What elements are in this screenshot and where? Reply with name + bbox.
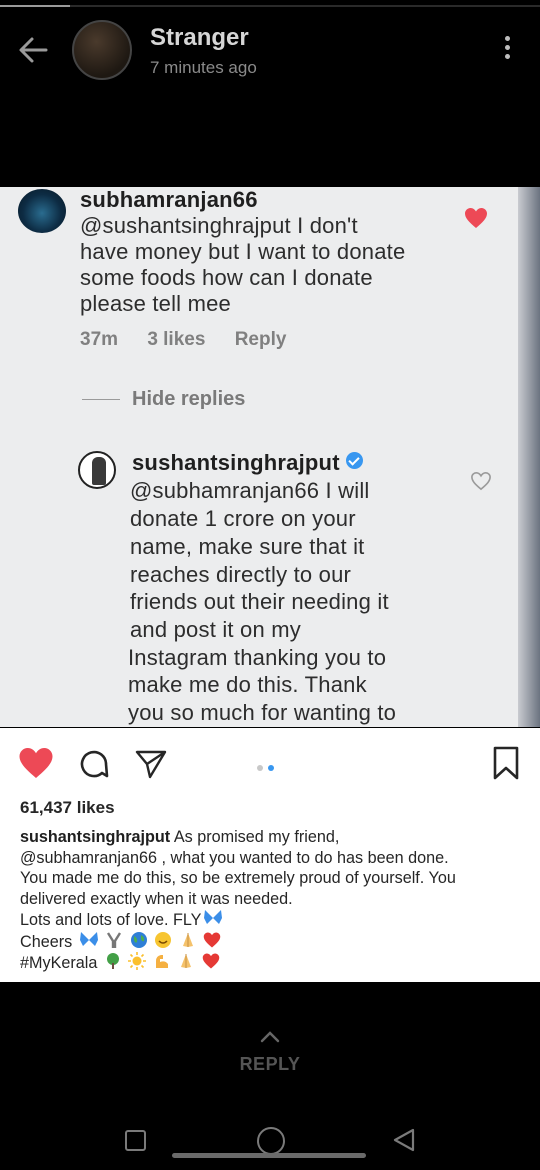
red-heart-emoji-icon (202, 953, 220, 969)
caption-text: @subhamranjan66 , what you wanted to do … (20, 848, 449, 867)
comment-text-line: have money but I want to donate (80, 239, 406, 264)
contact-name[interactable]: Stranger (150, 24, 249, 52)
reply-control[interactable]: REPLY (0, 1030, 540, 1075)
caption-username: sushantsinghrajput (20, 828, 171, 846)
share-icon[interactable] (134, 747, 168, 781)
caption-text: Cheers (20, 932, 73, 951)
home-button[interactable] (257, 1127, 285, 1155)
reply-text-line: and post it on my (130, 617, 301, 642)
reply-text-line: you so much for wanting to (128, 700, 397, 725)
likes-count: 61,437 likes (20, 798, 115, 817)
hide-replies-label: Hide replies (132, 388, 246, 410)
comment-meta: 37m 3 likes Reply (80, 329, 310, 351)
comment-text-line: some foods how can I donate (80, 265, 373, 290)
comment-text-line: please tell mee (80, 291, 231, 316)
status-progress-track (0, 5, 540, 7)
reply-text-line: Instagram thanking you to (128, 645, 387, 670)
caption-text: You made me do this, so be extremely pro… (20, 869, 456, 887)
comment-username: subhamranjan66 (80, 187, 258, 212)
status-progress-segment (0, 5, 70, 7)
comment-time: 37m (80, 329, 119, 350)
caption-hashtag[interactable]: #MyKerala (20, 954, 97, 972)
comment-avatar (18, 189, 66, 233)
caption-text: Lots and lots of love. FLY (20, 911, 202, 929)
comment-text-line: @sushantsinghrajput I don't (80, 213, 358, 238)
comment-likes: 3 likes (147, 329, 206, 350)
hands-emoji-icon (107, 931, 122, 948)
screen-edge (518, 187, 540, 727)
instagram-post-footer: 61,437 likes sushantsinghrajput As promi… (0, 728, 540, 982)
nav-back-icon[interactable] (392, 1127, 416, 1153)
smile-emoji-icon (155, 931, 172, 948)
caption-text: delivered exactly when it was needed. (20, 889, 293, 908)
recent-apps-button[interactable] (125, 1130, 146, 1151)
verified-badge-icon (345, 452, 363, 469)
butterfly-emoji-icon (204, 910, 223, 924)
reply-text-line: friends out their needing it (130, 589, 389, 614)
pray-emoji-icon (181, 954, 192, 968)
globe-emoji-icon (130, 931, 147, 948)
reply-text-line: name, make sure that it (130, 534, 365, 559)
sun-emoji-icon (128, 952, 147, 970)
carousel-dots (257, 758, 279, 776)
last-seen: 7 minutes ago (150, 58, 257, 77)
tree-emoji-icon (106, 953, 119, 969)
comment-reply: Reply (234, 329, 287, 350)
chevron-up-icon[interactable] (259, 1030, 281, 1044)
reply-text-line: @subhamranjan66 I will (130, 478, 370, 503)
caption-text: As promised my friend, (173, 828, 340, 846)
hide-replies-divider (82, 399, 120, 400)
butterfly-emoji-icon (79, 931, 98, 946)
back-arrow-icon[interactable] (16, 34, 52, 66)
red-heart-emoji-icon (203, 932, 221, 947)
reply-username: sushantsinghrajput (132, 450, 363, 476)
reply-text-line: donate 1 crore on your (130, 506, 356, 531)
more-options-icon[interactable] (500, 36, 514, 66)
reply-avatar (78, 451, 116, 489)
home-indicator-bar (172, 1153, 366, 1158)
reply-text-line: reaches directly to our (130, 562, 352, 587)
heart-outline-icon (471, 471, 491, 491)
post-caption: sushantsinghrajput As promised my friend… (20, 827, 530, 974)
comment-icon[interactable] (77, 747, 111, 781)
heart-filled-icon[interactable] (18, 746, 54, 780)
reply-button[interactable]: REPLY (0, 1054, 540, 1075)
flexed-arm-emoji-icon (155, 955, 168, 968)
pray-emoji-icon (182, 932, 193, 947)
shared-screenshot[interactable]: subhamranjan66 @sushantsinghrajput I don… (0, 187, 540, 727)
liked-heart-icon (465, 208, 487, 228)
reply-text-line: make me do this. Thank (128, 672, 367, 697)
bookmark-icon[interactable] (492, 745, 520, 781)
chat-header: Stranger 7 minutes ago (0, 14, 540, 86)
contact-avatar[interactable] (72, 20, 132, 80)
